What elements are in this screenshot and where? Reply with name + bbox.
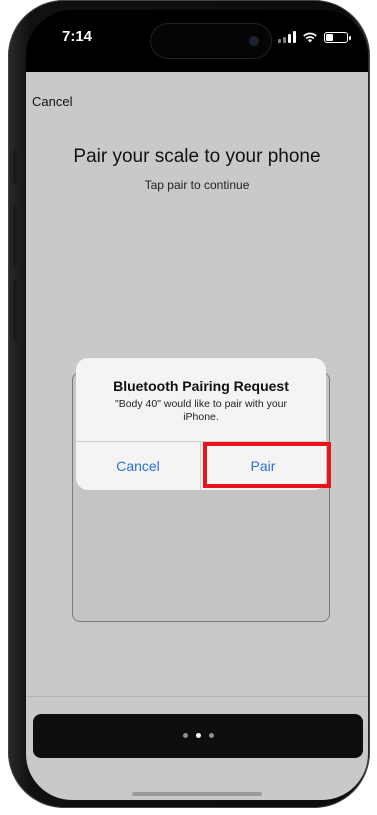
app-content: Cancel Pair your scale to your phone Tap… [26,72,368,800]
wifi-icon [302,31,318,43]
alert-message: "Body 40" would like to pair with your i… [114,398,288,423]
cancel-button[interactable]: Cancel [32,94,72,109]
alert-title: Bluetooth Pairing Request [113,378,289,394]
volume-down-button [13,280,17,342]
dynamic-island [151,24,271,58]
pair-highlight-box [203,442,331,488]
cellular-signal-icon [278,31,296,43]
silent-switch [13,150,17,184]
page-dot [182,733,188,738]
page-title: Pair your scale to your phone [73,146,321,167]
screenshot-canvas: 7:14 Cancel Pair your scale to your phon… [0,0,377,815]
phone-frame: 7:14 Cancel Pair your scale to your phon… [8,0,370,808]
battery-icon [324,31,351,43]
alert-cancel-button[interactable]: Cancel [76,442,200,490]
bottom-bar [33,714,363,758]
volume-up-button [13,205,17,267]
status-bar: 7:14 [26,10,368,72]
page-subtitle: Tap pair to continue [144,178,250,192]
front-camera-icon [249,36,259,46]
phone-screen: 7:14 Cancel Pair your scale to your phon… [26,10,368,800]
page-indicator [33,733,363,738]
home-indicator [132,792,262,796]
bottom-divider [26,696,368,697]
status-time: 7:14 [62,28,93,45]
status-icons [278,30,351,44]
page-dot [208,733,214,738]
page-dot [195,733,201,738]
